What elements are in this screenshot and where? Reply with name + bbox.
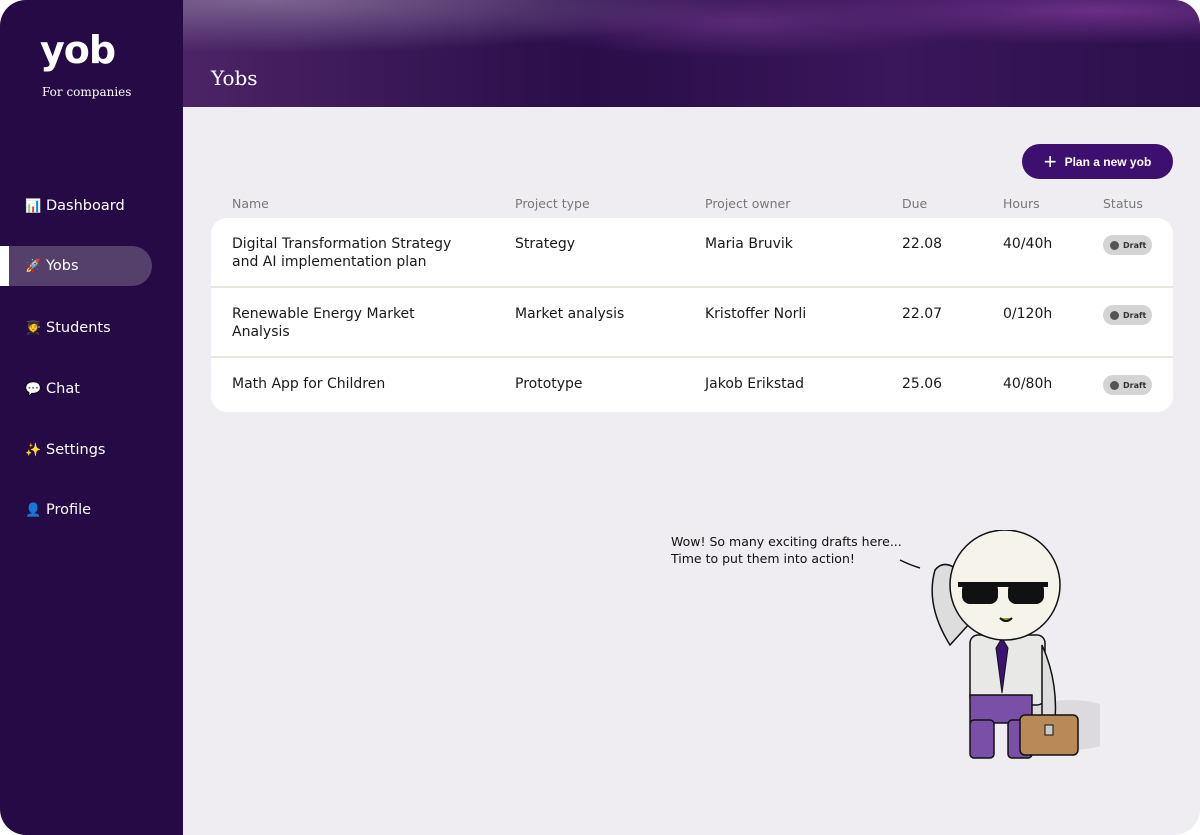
column-header-hours[interactable]: Hours xyxy=(1003,196,1040,211)
cell-type: Prototype xyxy=(515,376,583,392)
status-badge: Draft xyxy=(1103,235,1152,255)
sidebar-item-label: Dashboard xyxy=(46,198,125,214)
cell-owner: Maria Bruvik xyxy=(705,236,793,252)
speech-line: Wow! So many exciting drafts here... xyxy=(671,534,902,549)
cell-due: 22.07 xyxy=(902,306,943,322)
table-row[interactable]: Digital Transformation Strategy and AI i… xyxy=(211,218,1173,288)
chart-icon: 📊 xyxy=(25,198,42,214)
cell-hours: 0/120h xyxy=(1003,306,1053,322)
plan-new-yob-button[interactable]: + Plan a new yob xyxy=(1022,144,1173,179)
status-badge: Draft xyxy=(1103,375,1152,395)
mascot-illustration xyxy=(899,530,1100,759)
table-row[interactable]: Math App for Children Prototype Jakob Er… xyxy=(211,358,1173,428)
cell-name: Renewable Energy Market Analysis xyxy=(232,306,415,340)
sidebar-item-label: Profile xyxy=(46,502,92,518)
mascot-speech: Wow! So many exciting drafts here... Time… xyxy=(671,533,902,567)
cell-name: Digital Transformation Strategy and AI i… xyxy=(232,236,452,270)
sidebar-item-yobs[interactable]: 🚀 Yobs xyxy=(0,246,152,286)
column-header-type[interactable]: Project type xyxy=(515,196,590,211)
speech-line: Time to put them into action! xyxy=(671,551,855,566)
status-dot-icon xyxy=(1110,380,1119,390)
cell-hours: 40/40h xyxy=(1003,236,1053,252)
sidebar-item-label: Settings xyxy=(46,442,106,458)
tagline: For companies xyxy=(42,85,132,99)
cell-type: Strategy xyxy=(515,236,575,252)
cell-owner: Kristoffer Norli xyxy=(705,306,807,322)
logo: yob xyxy=(40,28,116,72)
column-header-name[interactable]: Name xyxy=(232,196,269,211)
column-header-status[interactable]: Status xyxy=(1103,196,1143,211)
cell-type: Market analysis xyxy=(515,306,625,322)
student-icon: 🧑‍🎓 xyxy=(25,320,42,336)
cell-owner: Jakob Erikstad xyxy=(705,376,805,392)
status-label: Draft xyxy=(1123,310,1147,320)
sidebar-item-students[interactable]: 🧑‍🎓 Students xyxy=(0,308,152,348)
column-header-owner[interactable]: Project owner xyxy=(705,196,790,211)
sparkles-icon: ✨ xyxy=(25,442,42,458)
button-label: Plan a new yob xyxy=(1064,154,1152,169)
sidebar-item-settings[interactable]: ✨ Settings xyxy=(0,430,152,470)
plus-icon: + xyxy=(1043,148,1057,174)
header-banner: Yobs xyxy=(183,0,1200,107)
status-label: Draft xyxy=(1123,240,1147,250)
cell-due: 25.06 xyxy=(902,376,943,392)
sidebar-item-chat[interactable]: 💬 Chat xyxy=(0,369,152,409)
status-dot-icon xyxy=(1110,240,1119,250)
sidebar-item-label: Students xyxy=(46,320,111,336)
cell-due: 22.08 xyxy=(902,236,943,252)
sidebar: yob For companies 📊 Dashboard 🚀 Yobs 🧑‍🎓 St… xyxy=(0,0,183,835)
sidebar-item-label: Yobs xyxy=(46,258,79,274)
yobs-table: Digital Transformation Strategy and AI i… xyxy=(211,218,1173,412)
table-row[interactable]: Renewable Energy Market Analysis Market … xyxy=(211,288,1173,358)
cell-name: Math App for Children xyxy=(232,376,386,392)
status-badge: Draft xyxy=(1103,305,1152,325)
sidebar-item-dashboard[interactable]: 📊 Dashboard xyxy=(0,186,152,226)
user-icon: 👤 xyxy=(25,502,42,518)
sidebar-item-profile[interactable]: 👤 Profile xyxy=(0,490,152,530)
speech-bubble-icon: 💬 xyxy=(25,381,42,397)
rocket-icon: 🚀 xyxy=(25,258,42,274)
page-title: Yobs xyxy=(211,66,258,90)
cell-hours: 40/80h xyxy=(1003,376,1053,392)
column-header-due[interactable]: Due xyxy=(902,196,927,211)
sidebar-item-label: Chat xyxy=(46,381,80,397)
status-dot-icon xyxy=(1110,310,1119,320)
status-label: Draft xyxy=(1123,380,1147,390)
